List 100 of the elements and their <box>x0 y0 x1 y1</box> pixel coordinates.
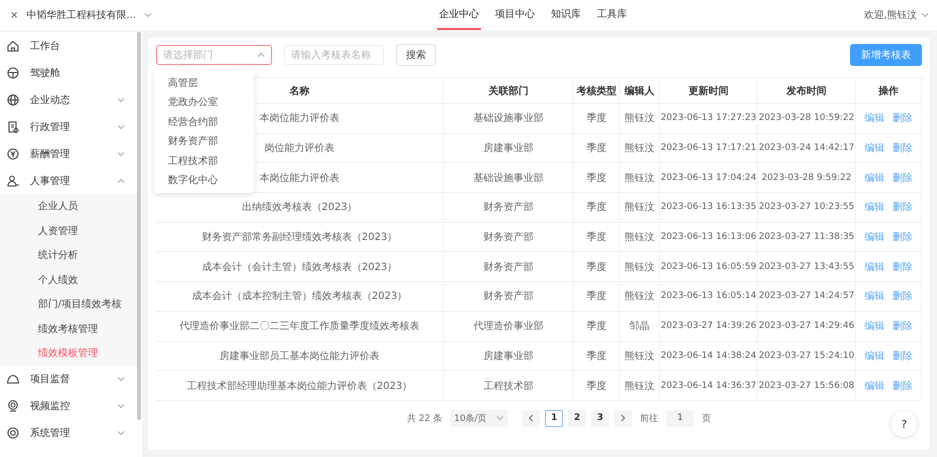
sidebar-item[interactable]: 视频监控 <box>0 392 137 420</box>
table-cell: 基础设施事业部 <box>444 104 574 134</box>
table-cell: 2023-03-28 10:59:22 <box>758 104 856 134</box>
table-cell: 财务资产部 <box>444 222 574 252</box>
table-cell: 2023-06-13 16:13:06 <box>660 222 758 252</box>
column-header: 发布时间 <box>758 78 856 104</box>
submenu-item[interactable]: 企业人员 <box>0 194 137 218</box>
submenu-item[interactable]: 人资管理 <box>0 218 137 243</box>
table-cell: 熊钰汶 <box>620 252 660 282</box>
help-button[interactable]: ? <box>891 411 917 437</box>
table-cell: 熊钰汶 <box>620 193 660 223</box>
chevron-icon <box>144 11 152 19</box>
nav-tab[interactable]: 知识库 <box>549 0 583 30</box>
sidebar-item[interactable]: 系统管理 <box>0 420 137 446</box>
company-name[interactable]: 中韬华胜工程科技有限... <box>26 8 136 22</box>
page-button[interactable]: 2 <box>568 410 586 427</box>
home-icon <box>6 38 20 52</box>
document-icon <box>6 120 20 134</box>
page-button[interactable]: 3 <box>591 410 610 427</box>
chevron-icon <box>921 11 929 19</box>
chevron-icon <box>117 402 125 410</box>
sidebar-item[interactable]: 人事管理 <box>0 167 137 194</box>
scrollbar[interactable] <box>137 32 141 420</box>
table-cell: 2023-03-27 10:23:55 <box>758 193 856 223</box>
table-cell: 2023-03-27 15:24:10 <box>758 342 856 372</box>
table-cell: 财务资产部 <box>444 252 574 282</box>
chevron-icon <box>257 51 265 59</box>
submenu-item[interactable]: 个人绩效 <box>0 268 137 292</box>
table-cell: 2023-06-13 16:05:14 <box>660 282 758 312</box>
column-header: 更新时间 <box>660 78 758 104</box>
page-size-select[interactable]: 10条/页 <box>450 410 508 427</box>
table-cell: 季度 <box>574 193 620 223</box>
dropdown-option[interactable]: 经营合约部 <box>154 112 254 132</box>
table-cell: 2023-06-13 17:04:24 <box>660 163 758 194</box>
user-greeting[interactable]: 欢迎,熊钰汶 <box>864 8 917 22</box>
sidebar-item[interactable]: 项目监督 <box>0 366 137 392</box>
close-button[interactable]: × <box>10 10 18 20</box>
hill-icon <box>6 372 20 386</box>
page-button[interactable]: 1 <box>545 410 564 427</box>
table-cell: 季度 <box>574 282 620 312</box>
table-cell: 季度 <box>574 252 620 282</box>
table-cell: 熊钰汶 <box>620 371 660 401</box>
dropdown-option[interactable]: 财务资产部 <box>154 132 254 151</box>
page-input-field[interactable]: 1 <box>666 410 694 427</box>
search-button[interactable]: 搜索 <box>396 44 436 66</box>
prev-page-button[interactable] <box>522 410 540 427</box>
person-icon <box>6 174 20 188</box>
table-cell: 代理造价事业部二〇二三年度工作质量季度绩效考核表 <box>156 312 444 342</box>
submenu-item[interactable]: 统计分析 <box>0 243 137 268</box>
next-page-button[interactable] <box>614 410 632 427</box>
table-cell: 2023-03-27 14:39:26 <box>660 312 758 342</box>
chevron-icon <box>496 414 504 422</box>
table-cell: 季度 <box>574 163 620 194</box>
table-cell: 熊钰汶 <box>620 134 660 164</box>
table-cell: 房建事业部员工基本岗位能力评价表 <box>156 342 444 372</box>
nav-tab[interactable]: 工具库 <box>595 0 629 30</box>
table-cell: 熊钰汶 <box>620 163 660 194</box>
table-cell: 2023-03-27 11:38:35 <box>758 222 856 252</box>
chevron-icon <box>117 150 125 158</box>
table-cell: 季度 <box>574 222 620 252</box>
table-cell: 季度 <box>574 104 620 134</box>
chevron-icon <box>117 122 125 130</box>
table-cell: 财务资产部常务副经理绩效考核表（2023） <box>156 222 444 252</box>
table-cell: 房建事业部 <box>444 342 574 372</box>
sidebar-item[interactable]: 薪酬管理 <box>0 140 137 167</box>
nav-tab[interactable]: 企业中心 <box>437 0 481 30</box>
chevron-icon <box>117 375 125 383</box>
settings-icon <box>6 426 20 440</box>
chevron-left-icon <box>528 414 534 422</box>
sidebar-item[interactable]: 行政管理 <box>0 113 137 140</box>
dropdown-option[interactable]: 数字化中心 <box>154 170 254 190</box>
chevron-icon <box>117 429 125 437</box>
table-cell: 季度 <box>574 312 620 342</box>
table-cell: 2023-03-27 13:43:55 <box>758 252 856 282</box>
chevron-icon <box>117 176 125 184</box>
table-cell: 熊钰汶 <box>620 342 660 372</box>
chevron-icon <box>117 96 125 104</box>
sidebar-item[interactable]: 驾驶舱 <box>0 59 137 86</box>
table-cell: 季度 <box>574 342 620 372</box>
globe-icon <box>6 92 20 106</box>
table-cell: 2023-06-13 16:05:59 <box>660 252 758 282</box>
submenu-item[interactable]: 绩效考核管理 <box>0 316 137 341</box>
table-cell: 熊钰汶 <box>620 104 660 134</box>
table-cell: 2023-03-27 15:56:08 <box>758 371 856 401</box>
submenu-item[interactable]: 部门/项目绩效考核 <box>0 292 137 316</box>
table-cell: 2023-03-24 14:42:17 <box>758 134 856 164</box>
table-cell: 2023-03-28 9:59:22 <box>758 163 856 194</box>
table-cell: 2023-06-13 17:17:21 <box>660 134 758 164</box>
table-cell: 2023-06-13 17:27:23 <box>660 104 758 134</box>
table-cell: 季度 <box>574 134 620 164</box>
sidebar-item[interactable]: 企业动态 <box>0 86 137 113</box>
table-cell: 财务资产部 <box>444 282 574 312</box>
table-cell: 代理造价事业部 <box>444 312 574 342</box>
sidebar-item[interactable]: 工作台 <box>0 32 137 59</box>
table-cell: 工程技术部经理助理基本岗位能力评价表（2023） <box>156 371 444 401</box>
table-cell: 邹晶 <box>620 312 660 342</box>
table-cell: 2023-03-27 14:29:46 <box>758 312 856 342</box>
goto-label: 前往 <box>640 412 658 425</box>
yen-icon <box>6 146 20 160</box>
nav-tab[interactable]: 项目中心 <box>493 0 537 30</box>
